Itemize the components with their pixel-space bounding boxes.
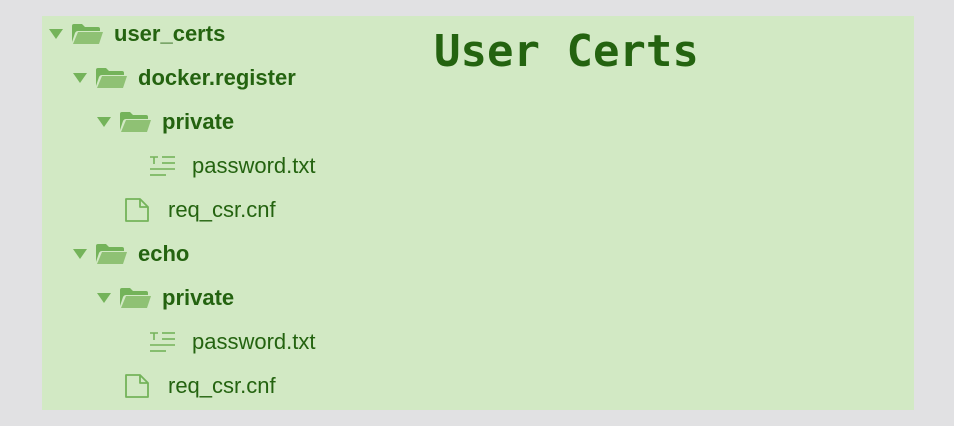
tree-item-password-txt[interactable]: password.txt bbox=[148, 144, 316, 188]
text-file-icon bbox=[148, 151, 178, 181]
page-title: User Certs bbox=[434, 26, 699, 77]
file-icon bbox=[124, 371, 154, 401]
chevron-down-icon[interactable] bbox=[68, 66, 92, 90]
folder-open-icon bbox=[70, 19, 108, 49]
chevron-down-icon[interactable] bbox=[92, 286, 116, 310]
text-file-icon bbox=[148, 327, 178, 357]
tree-item-private[interactable]: private bbox=[92, 276, 234, 320]
tree-item-label: user_certs bbox=[114, 21, 226, 46]
tree-item-password-txt[interactable]: password.txt bbox=[148, 320, 316, 364]
folder-open-icon bbox=[118, 283, 156, 313]
chevron-down-icon[interactable] bbox=[44, 22, 68, 46]
folder-open-icon bbox=[94, 239, 132, 269]
tree-item-label: echo bbox=[138, 241, 190, 266]
tree-item-user-certs[interactable]: user_certs bbox=[44, 12, 225, 56]
tree-item-req-csr-cnf[interactable]: req_csr.cnf bbox=[124, 364, 276, 408]
tree-item-label: req_csr.cnf bbox=[168, 373, 276, 398]
tree-item-label: docker.register bbox=[138, 65, 296, 90]
folder-open-icon bbox=[118, 107, 156, 137]
tree-item-private[interactable]: private bbox=[92, 100, 234, 144]
tree-item-label: password.txt bbox=[192, 153, 316, 178]
tree-item-label: private bbox=[162, 285, 235, 310]
tree-item-label: password.txt bbox=[192, 329, 316, 354]
tree-item-label: private bbox=[162, 109, 235, 134]
tree-item-echo[interactable]: echo bbox=[68, 232, 189, 276]
file-icon bbox=[124, 195, 154, 225]
tree-item-req-csr-cnf[interactable]: req_csr.cnf bbox=[124, 188, 276, 232]
tree-item-docker-register[interactable]: docker.register bbox=[68, 56, 296, 100]
tree-item-label: req_csr.cnf bbox=[168, 197, 276, 222]
chevron-down-icon[interactable] bbox=[68, 242, 92, 266]
folder-open-icon bbox=[94, 63, 132, 93]
chevron-down-icon[interactable] bbox=[92, 110, 116, 134]
